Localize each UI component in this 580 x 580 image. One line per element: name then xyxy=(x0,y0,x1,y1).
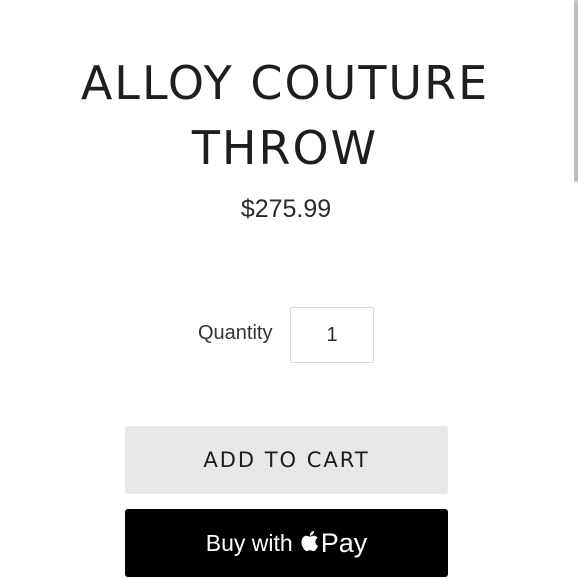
add-to-cart-label: ADD TO CART xyxy=(203,448,370,472)
product-title-line-2: THROW xyxy=(191,121,379,175)
apple-icon xyxy=(299,529,319,553)
pay-label: Pay xyxy=(320,527,368,558)
scrollbar[interactable] xyxy=(574,0,578,182)
product-title-line-1: ALLOY COUTURE xyxy=(80,56,490,110)
apple-pay-button[interactable]: Buy with Pay xyxy=(125,509,448,577)
quantity-label: Quantity xyxy=(198,322,273,344)
buy-with-label: Buy with xyxy=(205,529,293,556)
quantity-input[interactable] xyxy=(290,307,374,363)
quantity-row: Quantity xyxy=(0,307,572,363)
product-page: ALLOY COUTURE THROW $275.99 Quantity ADD… xyxy=(0,0,580,580)
product-price: $275.99 xyxy=(240,195,332,223)
add-to-cart-button[interactable]: ADD TO CART xyxy=(125,426,448,494)
